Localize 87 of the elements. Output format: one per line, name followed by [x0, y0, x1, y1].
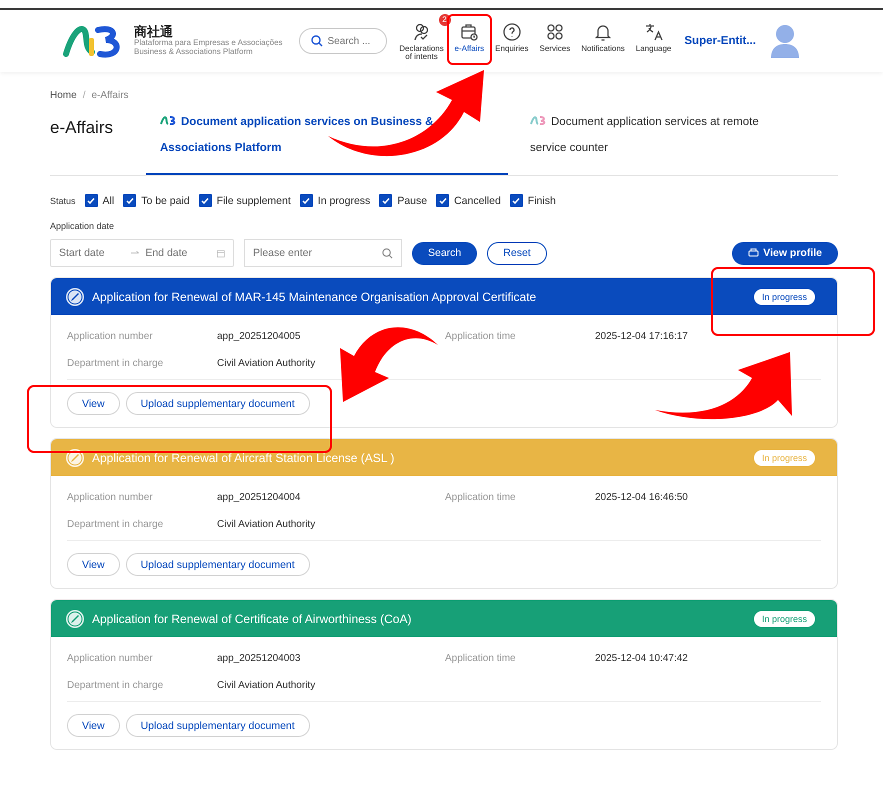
breadcrumb-separator: / — [82, 90, 86, 101]
checkbox-label: In progress — [318, 194, 370, 206]
checkbox[interactable] — [198, 194, 212, 207]
checkbox-label: File supplement — [216, 194, 291, 206]
search-icon — [382, 248, 393, 259]
checkbox-label: Pause — [397, 194, 428, 206]
logo-icon — [530, 115, 546, 125]
view-button[interactable]: View — [67, 392, 120, 415]
nav-item[interactable]: Notifications — [580, 22, 626, 52]
search-field[interactable]: Search ... — [298, 28, 387, 54]
field-label: Application time — [445, 653, 517, 664]
field-value: app_20251204004 — [217, 492, 302, 503]
field-value: Civil Aviation Authority — [217, 680, 316, 691]
field-value: Civil Aviation Authority — [217, 519, 316, 530]
check-icon — [124, 196, 135, 206]
field-label: Application number — [67, 653, 154, 664]
upload-button[interactable]: Upload supplementary document — [126, 714, 310, 737]
status-label: Status — [50, 196, 76, 206]
grid-icon — [544, 22, 565, 42]
logo-subtitle: Business & Associations Platform — [134, 48, 253, 56]
checkbox-label: All — [102, 194, 114, 206]
calendar-icon — [217, 248, 225, 258]
checkbox-label: Finish — [528, 194, 556, 206]
field-value: 2025-12-04 16:46:50 — [595, 492, 689, 503]
logo-icon — [160, 115, 176, 125]
question-icon — [502, 22, 522, 42]
field-value: app_20251204003 — [217, 653, 302, 664]
checkbox[interactable] — [379, 194, 392, 207]
pen-icon — [65, 286, 85, 306]
check-icon — [511, 196, 522, 206]
status-tag: In progress — [754, 610, 815, 626]
check-icon — [301, 196, 312, 206]
view-button[interactable]: View — [67, 553, 120, 576]
printer-icon — [748, 248, 760, 258]
tab[interactable]: Document application services at remote service counter — [508, 107, 808, 175]
check-icon — [86, 196, 96, 206]
logo-title: 商社通 — [134, 26, 174, 40]
field-value: 2025-12-04 10:47:42 — [595, 653, 689, 664]
briefcase-icon — [459, 22, 480, 42]
keyword-field[interactable]: Please enter — [244, 239, 402, 267]
checkbox[interactable] — [123, 194, 136, 207]
field-value: Civil Aviation Authority — [217, 358, 316, 369]
view-button[interactable]: View — [67, 714, 120, 737]
field-label: Application number — [67, 492, 154, 503]
application-title: Application for Renewal of MAR-145 Maintenance Organisation Approval Certificate — [92, 290, 536, 304]
checkbox[interactable] — [84, 194, 98, 207]
logo-subtitle: Plataforma para Empresas e Associações — [134, 39, 283, 48]
translate-icon — [644, 22, 664, 42]
pen-icon — [65, 608, 85, 628]
check-icon — [380, 196, 391, 206]
nav-item[interactable]: Language — [634, 22, 672, 52]
upload-button[interactable]: Upload supplementary document — [126, 392, 310, 415]
nav-item[interactable]: e-Affairs — [454, 22, 486, 52]
page-title: e-Affairs — [50, 117, 114, 139]
status-tag: In progress — [754, 288, 815, 304]
field-value: 2025-12-04 17:16:17 — [595, 331, 689, 342]
nav-item[interactable]: Enquiries — [494, 22, 530, 52]
search-button[interactable]: Search — [412, 242, 478, 264]
date-label: Application date — [50, 221, 116, 231]
field-label: Department in charge — [67, 519, 164, 530]
user-name[interactable]: Super-Entit... — [684, 35, 756, 47]
application-title: Application for Renewal of Certificate of Airworthiness (CoA) — [92, 612, 412, 626]
checkbox[interactable] — [436, 194, 450, 207]
field-label: Application number — [67, 331, 154, 342]
field-label: Department in charge — [67, 358, 164, 369]
field-label: Application time — [445, 331, 517, 342]
checkbox[interactable] — [510, 194, 523, 207]
status-tag: In progress — [754, 450, 815, 466]
application-title: Application for Renewal of Aircraft Station License (ASL ) — [92, 450, 394, 464]
view-profile-button[interactable]: View profile — [732, 242, 838, 264]
breadcrumb-current: e-Affairs — [91, 90, 129, 101]
checkbox[interactable] — [300, 194, 313, 207]
field-value: app_20251204005 — [217, 331, 302, 342]
upload-button[interactable]: Upload supplementary document — [126, 553, 310, 576]
check-icon — [438, 196, 448, 206]
search-icon — [310, 35, 323, 47]
breadcrumb-link[interactable]: Home — [50, 90, 77, 101]
field-label: Application time — [445, 492, 517, 503]
arrow-icon — [131, 250, 140, 256]
pen-icon — [65, 448, 85, 468]
checkbox-label: Cancelled — [454, 194, 501, 206]
nav-item[interactable]: Services — [538, 22, 572, 52]
check-icon — [200, 196, 210, 206]
field-label: Department in charge — [67, 680, 164, 691]
reset-button[interactable]: Reset — [487, 242, 547, 264]
highlight-frame — [446, 14, 492, 64]
checkbox-label: To be paid — [141, 194, 190, 206]
